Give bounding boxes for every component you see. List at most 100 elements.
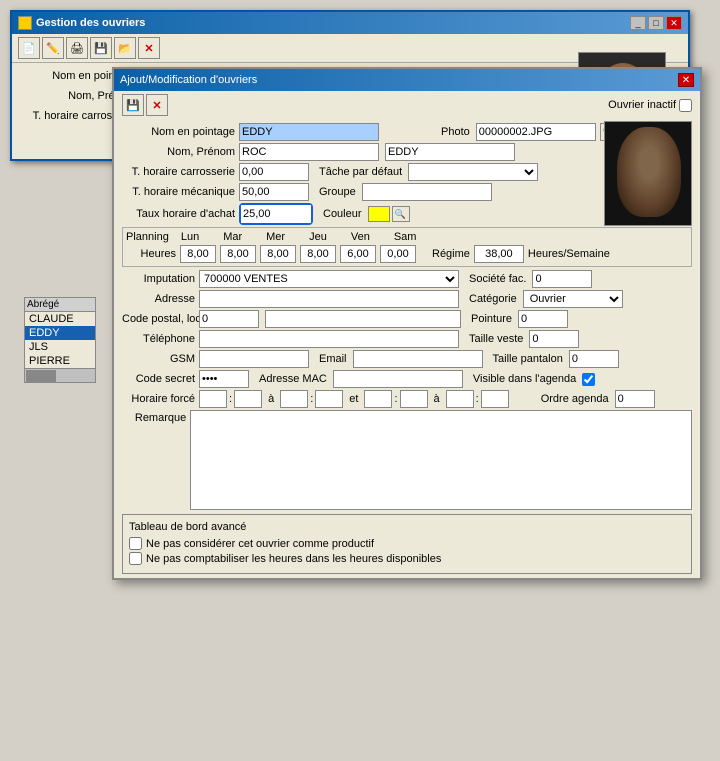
modal-save-button[interactable]: 💾 (122, 94, 144, 116)
modal-taux-input[interactable] (241, 205, 311, 223)
modal-telephone-input[interactable] (199, 330, 459, 348)
modal-gsm-row: GSM Email Taille pantalon (122, 350, 692, 368)
categorie-label: Catégorie (469, 293, 517, 305)
check1-checkbox[interactable] (129, 537, 142, 550)
modal-nom-input[interactable] (239, 143, 379, 161)
modal-code-secret-label: Code secret (122, 373, 197, 385)
modal-localite-input[interactable] (265, 310, 461, 328)
side-list-item-pierre[interactable]: PIERRE (25, 354, 95, 368)
heures-mar-input[interactable] (220, 245, 256, 263)
modal-couleur-box[interactable] (368, 206, 390, 222)
modal-horaire-force-label: Horaire forcé (122, 393, 197, 405)
side-list-header: Abrégé (25, 298, 95, 312)
print-button[interactable]: 🖨 (66, 37, 88, 59)
modal-code-postal-label: Code postal, localité (122, 313, 197, 325)
modal-toolbar: 💾 ✕ Ouvrier inactif (114, 91, 700, 119)
heures-semaine-label: Heures/Semaine (528, 248, 610, 260)
taille-veste-label: Taille veste (469, 333, 523, 345)
edit-button[interactable]: ✏️ (42, 37, 64, 59)
regime-label: Régime (432, 248, 470, 260)
horaire-force-h3[interactable] (364, 390, 392, 408)
modal-gsm-input[interactable] (199, 350, 309, 368)
heures-sam-input[interactable] (380, 245, 416, 263)
modal-photo-filename-input[interactable] (476, 123, 596, 141)
modal-remarque-textarea[interactable] (190, 410, 692, 510)
societe-fac-label: Société fac. (469, 273, 526, 285)
new-button[interactable]: 📄 (18, 37, 40, 59)
modal-cancel-button[interactable]: ✕ (146, 94, 168, 116)
minimize-button[interactable]: _ (630, 16, 646, 30)
main-window: Gestion des ouvriers _ □ ✕ 📄 ✏️ 🖨 💾 📂 ✕ … (10, 10, 690, 161)
modal-adresse-input[interactable] (199, 290, 459, 308)
a2-label: à (434, 393, 440, 405)
side-list-item-jls[interactable]: JLS (25, 340, 95, 354)
heures-jeu-input[interactable] (300, 245, 336, 263)
heures-row: Heures Régime Heures/Semaine (126, 245, 688, 263)
modal-tache-defaut-select[interactable] (408, 163, 538, 181)
save-button[interactable]: 💾 (90, 37, 112, 59)
day-mar: Mar (223, 231, 242, 243)
pointure-input[interactable] (518, 310, 568, 328)
inactive-check-row: Ouvrier inactif (608, 99, 692, 112)
side-list: Abrégé CLAUDE EDDY JLS PIERRE (24, 297, 96, 383)
close-button[interactable]: ✕ (666, 16, 682, 30)
visible-agenda-checkbox[interactable] (582, 373, 595, 386)
horaire-force-h2[interactable] (280, 390, 308, 408)
planning-label: Planning (126, 231, 169, 243)
modal-close-button[interactable]: ✕ (678, 73, 694, 87)
modal-code-postal-row: Code postal, localité Pointure (122, 310, 692, 328)
horaire-force-m4[interactable] (481, 390, 509, 408)
check1-label: Ne pas considérer cet ouvrier comme prod… (146, 538, 374, 550)
modal-nom-pointage-input[interactable] (239, 123, 379, 141)
planning-days-header: Lun Mar Mer Jeu Ven Sam (181, 231, 417, 243)
heures-lun-input[interactable] (180, 245, 216, 263)
taille-veste-input[interactable] (529, 330, 579, 348)
check1-row: Ne pas considérer cet ouvrier comme prod… (129, 537, 685, 550)
modal-toolbar-buttons: 💾 ✕ (122, 94, 168, 116)
modal-nom-pointage-label: Nom en pointage (122, 126, 237, 138)
horaire-force-h1[interactable] (199, 390, 227, 408)
modal-t-hor-mec-input[interactable] (239, 183, 309, 201)
import-button[interactable]: 📂 (114, 37, 136, 59)
regime-input[interactable] (474, 245, 524, 263)
inactive-checkbox[interactable] (679, 99, 692, 112)
colon2: : (310, 393, 313, 405)
horaire-force-h4[interactable] (446, 390, 474, 408)
ordre-agenda-input[interactable] (615, 390, 655, 408)
adresse-mac-label: Adresse MAC (259, 373, 327, 385)
taille-pantalon-input[interactable] (569, 350, 619, 368)
side-scrollbar[interactable] (25, 368, 95, 382)
side-list-item-eddy[interactable]: EDDY (25, 326, 95, 340)
modal-t-hor-mec-label: T. horaire mécanique (122, 186, 237, 198)
societe-fac-input[interactable] (532, 270, 592, 288)
modal-code-secret-input[interactable] (199, 370, 249, 388)
pointure-label: Pointure (471, 313, 512, 325)
horaire-force-m2[interactable] (315, 390, 343, 408)
day-ven: Ven (351, 231, 370, 243)
horaire-force-m1[interactable] (234, 390, 262, 408)
day-jeu: Jeu (309, 231, 327, 243)
delete-button[interactable]: ✕ (138, 37, 160, 59)
day-mer: Mer (266, 231, 285, 243)
modal-t-hor-car-input[interactable] (239, 163, 309, 181)
horaire-force-m3[interactable] (400, 390, 428, 408)
a1-label: à (268, 393, 274, 405)
side-list-item-claude[interactable]: CLAUDE (25, 312, 95, 326)
maximize-button[interactable]: □ (648, 16, 664, 30)
modal-email-input[interactable] (353, 350, 483, 368)
couleur-picker-button[interactable]: 🔍 (392, 206, 410, 222)
modal-code-postal-input[interactable] (199, 310, 259, 328)
modal-groupe-input[interactable] (362, 183, 492, 201)
modal-prenom-input[interactable] (385, 143, 515, 161)
inactive-label: Ouvrier inactif (608, 99, 676, 111)
heures-mer-input[interactable] (260, 245, 296, 263)
modal-imputation-select[interactable]: 700000 VENTES (199, 270, 459, 288)
adresse-mac-input[interactable] (333, 370, 463, 388)
modal-remarque-row: Remarque (122, 410, 692, 510)
modal-groupe-label: Groupe (319, 186, 356, 198)
day-sam: Sam (394, 231, 417, 243)
modal-dialog: Ajout/Modification d'ouvriers ✕ 💾 ✕ Ouvr… (112, 67, 702, 580)
check2-checkbox[interactable] (129, 552, 142, 565)
heures-ven-input[interactable] (340, 245, 376, 263)
categorie-select[interactable]: Ouvrier (523, 290, 623, 308)
